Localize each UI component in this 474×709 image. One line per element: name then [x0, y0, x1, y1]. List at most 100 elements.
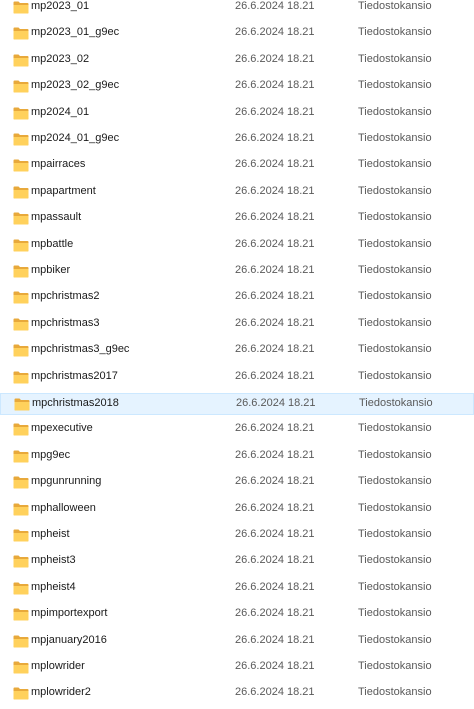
- folder-icon: [13, 80, 29, 93]
- file-row[interactable]: mpbiker 26.6.2024 18.21 Tiedostokansio: [0, 261, 474, 283]
- file-name: mpimportexport: [31, 607, 108, 620]
- file-type: Tiedostokansio: [358, 52, 432, 65]
- file-name: mp2023_01: [31, 0, 90, 12]
- file-name: mpjanuary2016: [31, 633, 107, 646]
- folder-icon: [13, 265, 29, 278]
- file-row[interactable]: mpchristmas3_g9ec 26.6.2024 18.21 Tiedosto…: [0, 340, 474, 362]
- file-modified-date: 26.6.2024 18.21: [235, 158, 315, 171]
- folder-icon: [13, 344, 29, 357]
- folder-icon: [13, 608, 29, 621]
- folder-icon: [13, 371, 29, 384]
- file-type: Tiedostokansio: [358, 290, 432, 303]
- file-row[interactable]: mpchristmas2017 26.6.2024 18.21 Tiedostoka…: [0, 367, 474, 389]
- file-modified-date: 26.6.2024 18.21: [235, 26, 315, 39]
- folder-icon: [13, 54, 29, 67]
- file-modified-date: 26.6.2024 18.21: [235, 686, 315, 699]
- file-type: Tiedostokansio: [358, 448, 432, 461]
- file-name: mp2023_01_g9ec: [31, 26, 120, 39]
- file-row[interactable]: mplowrider2 26.6.2024 18.21 Tiedostokansio: [0, 683, 474, 705]
- file-type: Tiedostokansio: [358, 184, 432, 197]
- file-row[interactable]: mpchristmas3 26.6.2024 18.21 Tiedostokansi…: [0, 314, 474, 336]
- file-row[interactable]: mpexecutive 26.6.2024 18.21 Tiedostokansio: [0, 419, 474, 441]
- file-row[interactable]: mpassault 26.6.2024 18.21 Tiedostokansio: [0, 208, 474, 230]
- file-row[interactable]: mpheist4 26.6.2024 18.21 Tiedostokansio: [0, 578, 474, 600]
- folder-icon: [13, 291, 29, 304]
- folder-icon: [13, 555, 29, 568]
- file-row[interactable]: mpapartment 26.6.2024 18.21 Tiedostokansio: [0, 182, 474, 204]
- folder-icon: [13, 212, 29, 225]
- file-row[interactable]: mpairraces 26.6.2024 18.21 Tiedostokansio: [0, 155, 474, 177]
- file-type: Tiedostokansio: [359, 397, 433, 409]
- folder-icon: [13, 529, 29, 542]
- file-row[interactable]: mpheist3 26.6.2024 18.21 Tiedostokansio: [0, 551, 474, 573]
- folder-icon: [13, 27, 29, 40]
- file-name: mpheist: [31, 528, 70, 540]
- file-type: Tiedostokansio: [358, 105, 432, 118]
- file-modified-date: 26.6.2024 18.21: [235, 316, 315, 329]
- file-name: mpchristmas3: [31, 316, 100, 329]
- file-type: Tiedostokansio: [358, 475, 432, 488]
- file-type: Tiedostokansio: [358, 369, 432, 382]
- file-name: mpbattle: [31, 237, 74, 250]
- file-name: mplowrider: [31, 660, 85, 672]
- file-name: mpheist3: [31, 554, 76, 567]
- file-modified-date: 26.6.2024 18.21: [235, 633, 315, 646]
- file-row[interactable]: mphalloween 26.6.2024 18.21 Tiedostokansio: [0, 499, 474, 521]
- folder-icon: [14, 398, 30, 411]
- file-modified-date: 26.6.2024 18.21: [235, 448, 315, 461]
- file-type: Tiedostokansio: [358, 343, 432, 356]
- file-modified-date: 26.6.2024 18.21: [235, 660, 315, 672]
- folder-icon: [13, 133, 29, 146]
- file-row[interactable]: mpjanuary2016 26.6.2024 18.21 Tiedostokans…: [0, 631, 474, 653]
- file-row[interactable]: mpimportexport 26.6.2024 18.21 Tiedostokan…: [0, 604, 474, 626]
- file-row[interactable]: mp2023_02_g9ec 26.6.2024 18.21 Tiedostokan…: [0, 76, 474, 98]
- file-type: Tiedostokansio: [358, 501, 432, 514]
- file-type: Tiedostokansio: [358, 158, 432, 171]
- file-modified-date: 26.6.2024 18.21: [235, 422, 315, 435]
- file-name: mpheist4: [31, 580, 76, 593]
- file-row[interactable]: mplowrider 26.6.2024 18.21 Tiedostokansio: [0, 657, 474, 679]
- file-modified-date: 26.6.2024 18.21: [235, 554, 315, 567]
- file-type: Tiedostokansio: [358, 686, 432, 699]
- file-row[interactable]: mp2023_01_g9ec 26.6.2024 18.21 Tiedostokan…: [0, 23, 474, 45]
- file-modified-date: 26.6.2024 18.21: [235, 52, 315, 65]
- file-row[interactable]: mp2023_01 26.6.2024 18.21 Tiedostokansio: [0, 0, 474, 19]
- file-name: mpchristmas2018: [32, 397, 119, 409]
- file-name: mpg9ec: [31, 448, 71, 461]
- file-name: mpgunrunning: [31, 475, 102, 488]
- file-name: mp2024_01_g9ec: [31, 132, 120, 144]
- file-row[interactable]: mp2024_01 26.6.2024 18.21 Tiedostokansio: [0, 103, 474, 125]
- file-type: Tiedostokansio: [358, 580, 432, 593]
- file-modified-date: 26.6.2024 18.21: [235, 237, 315, 250]
- file-row[interactable]: mpchristmas2 26.6.2024 18.21 Tiedostokansi…: [0, 287, 474, 309]
- folder-icon: [13, 582, 29, 595]
- folder-icon: [13, 423, 29, 436]
- folder-icon: [13, 1, 29, 14]
- file-row[interactable]: mpgunrunning 26.6.2024 18.21 Tiedostokansi…: [0, 472, 474, 494]
- file-modified-date: 26.6.2024 18.21: [235, 79, 315, 92]
- file-row[interactable]: mpg9ec 26.6.2024 18.21 Tiedostokansio: [0, 446, 474, 468]
- file-name: mpapartment: [31, 184, 96, 197]
- file-row[interactable]: mpbattle 26.6.2024 18.21 Tiedostokansio: [0, 235, 474, 257]
- file-row[interactable]: mpchristmas2018 26.6.2024 18.21 Tiedostoka…: [0, 393, 474, 415]
- file-row[interactable]: mp2023_02 26.6.2024 18.21 Tiedostokansio: [0, 50, 474, 72]
- file-type: Tiedostokansio: [358, 237, 432, 250]
- file-name: mp2023_02_g9ec: [31, 79, 120, 92]
- file-modified-date: 26.6.2024 18.21: [235, 580, 315, 593]
- file-row[interactable]: mp2024_01_g9ec 26.6.2024 18.21 Tiedostokan…: [0, 129, 474, 151]
- file-modified-date: 26.6.2024 18.21: [235, 369, 315, 382]
- file-name: mpchristmas2017: [31, 369, 118, 382]
- file-name: mp2024_01: [31, 105, 90, 118]
- file-type: Tiedostokansio: [358, 211, 432, 224]
- file-modified-date: 26.6.2024 18.21: [235, 264, 315, 276]
- file-type: Tiedostokansio: [358, 607, 432, 620]
- folder-icon: [13, 239, 29, 252]
- file-type: Tiedostokansio: [358, 633, 432, 646]
- folder-icon: [13, 159, 29, 172]
- folder-icon: [13, 635, 29, 648]
- file-name: mpbiker: [31, 264, 71, 276]
- file-type: Tiedostokansio: [358, 554, 432, 567]
- file-name: mpassault: [31, 211, 82, 224]
- file-row[interactable]: mpheist 26.6.2024 18.21 Tiedostokansio: [0, 525, 474, 547]
- folder-icon: [13, 450, 29, 463]
